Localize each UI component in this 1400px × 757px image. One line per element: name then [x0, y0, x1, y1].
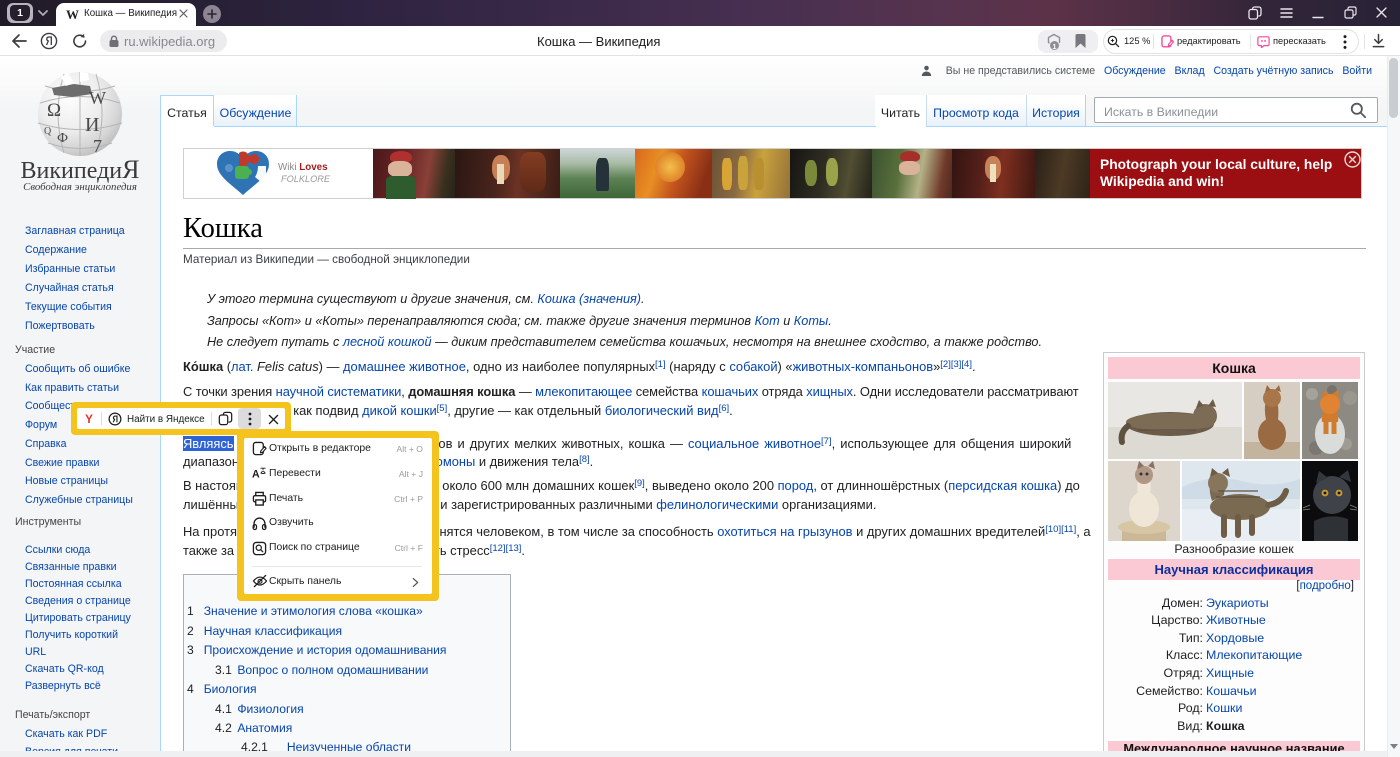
svg-text:Ω: Ω [47, 100, 61, 121]
svg-text:Q: Q [44, 126, 52, 137]
svg-text:И: И [85, 114, 99, 136]
svg-text:7: 7 [93, 136, 102, 156]
svg-text:A: A [252, 468, 260, 480]
svg-text:W: W [89, 88, 106, 108]
svg-text:Ф: Ф [57, 131, 68, 146]
